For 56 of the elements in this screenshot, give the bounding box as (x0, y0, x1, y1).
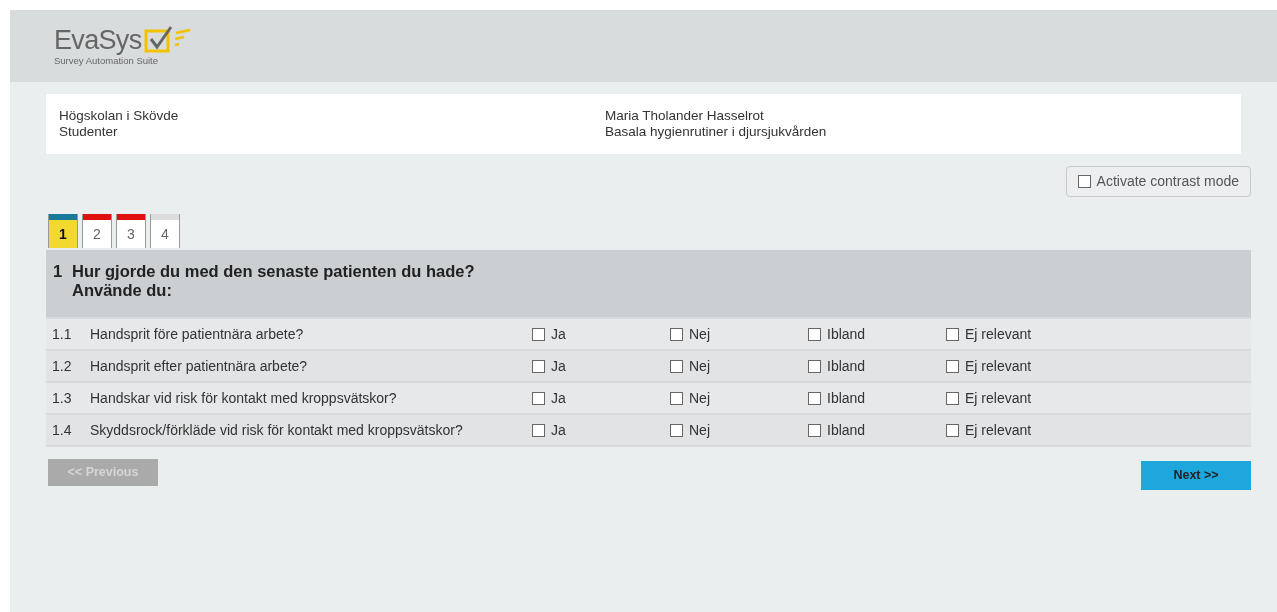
info-text: Basala hygienrutiner i djursjukvården (605, 124, 827, 140)
option-label: Ej relevant (965, 420, 1032, 440)
question-text: Skyddsrock/förkläde vid risk för kontakt med kroppsvätskor? (90, 420, 464, 440)
logo-text: EvaSys (54, 26, 142, 54)
question-text: Handsprit efter patientnära arbete? (90, 356, 309, 376)
info-text: Maria Tholander Hasselrot (605, 108, 765, 124)
logo-tagline: Survey Automation Suite (54, 55, 160, 67)
checkbox[interactable] (946, 423, 959, 437)
checkbox[interactable] (808, 327, 821, 341)
info-text: Högskolan i Skövde (59, 108, 180, 124)
option-label: Ibland (827, 324, 866, 344)
question-number: 1.1 (51, 324, 73, 344)
checkbox[interactable] (670, 327, 683, 341)
page-tab[interactable]: 1 (48, 214, 78, 248)
next-button[interactable]: Next >> (1141, 461, 1251, 490)
checkbox[interactable] (946, 359, 959, 373)
option-label: Ja (551, 420, 566, 440)
checkbox[interactable] (670, 423, 683, 437)
page-tab[interactable]: 3 (116, 214, 146, 248)
contrast-mode-button[interactable]: Activate contrast mode (1065, 166, 1251, 197)
section-number: 1 (53, 262, 64, 282)
question-number: 1.3 (51, 388, 73, 408)
option-label: Ibland (827, 356, 866, 376)
option-label: Ja (551, 324, 566, 344)
page-tab[interactable]: 4 (150, 214, 180, 248)
section-title: Använde du: (72, 281, 173, 300)
checkbox[interactable] (808, 359, 821, 373)
option-label: Nej (689, 324, 710, 344)
checkbox[interactable] (946, 327, 959, 341)
option-label: Ej relevant (965, 388, 1032, 408)
section-title: Hur gjorde du med den senaste patienten du hade? (72, 262, 475, 281)
checkbox[interactable] (532, 359, 545, 373)
option-label: Nej (689, 420, 710, 440)
checkbox[interactable] (670, 391, 683, 405)
question-text: Handskar vid risk för kontakt med kroppsvätskor? (90, 388, 398, 408)
option-label: Ja (551, 356, 566, 376)
checkbox[interactable] (532, 327, 545, 341)
question-text: Handsprit före patientnära arbete? (90, 324, 305, 344)
page-tab[interactable]: 2 (82, 214, 112, 248)
option-label: Ibland (827, 388, 866, 408)
checkbox[interactable] (1077, 175, 1091, 188)
checkbox[interactable] (808, 423, 821, 437)
info-text: Studenter (59, 124, 119, 140)
option-label: Ja (551, 388, 566, 408)
checkbox[interactable] (532, 423, 545, 437)
option-label: Ej relevant (965, 324, 1032, 344)
option-label: Nej (689, 356, 710, 376)
option-label: Ibland (827, 420, 866, 440)
checkbox[interactable] (532, 391, 545, 405)
checkbox[interactable] (808, 391, 821, 405)
option-label: Nej (689, 388, 710, 408)
checkbox[interactable] (946, 391, 959, 405)
question-number: 1.2 (51, 356, 73, 376)
option-label: Ej relevant (965, 356, 1032, 376)
checkbox[interactable] (670, 359, 683, 373)
question-number: 1.4 (51, 420, 73, 440)
